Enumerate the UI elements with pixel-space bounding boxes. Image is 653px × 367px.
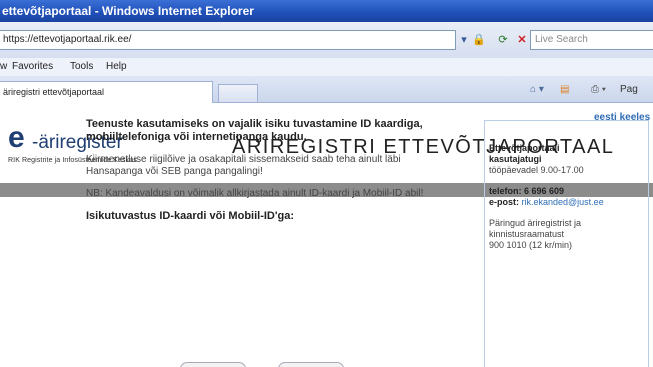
refresh-icon[interactable]: ⟳ [495, 32, 511, 48]
support-title-2: kasutajatugi [489, 154, 542, 164]
menu-item-tools[interactable]: Tools [70, 58, 93, 76]
tab-ariregister[interactable]: äriregistri ettevõtjaportaal [0, 81, 213, 103]
id-card-login-button[interactable] [180, 362, 246, 367]
address-bar: https://ettevotjaportaal.rik.ee/ ▾ 🔒 ⟳ ✕… [0, 22, 653, 58]
notice-signature: NB: Kandeavaldusi on võimalik allkirjast… [86, 188, 424, 199]
info-line-1: Päringud äriregistrist ja [489, 218, 582, 228]
tab-bar: äriregistri ettevõtjaportaal ⌂ ▾ ▤ ⎙ ▾ P… [0, 76, 653, 103]
mobile-id-login-button[interactable] [278, 362, 344, 367]
menu-item-favorites[interactable]: Favorites [12, 58, 53, 76]
support-title: Ettevõtjaportaali [489, 143, 560, 153]
url-input[interactable]: https://ettevotjaportaal.rik.ee/ [0, 30, 456, 50]
main-content: Teenuste kasutamiseks on vajalik isiku t… [86, 118, 456, 222]
support-sidebar: Ettevõtjaportaali kasutajatugi tööpäevad… [484, 120, 649, 367]
info-line-2: kinnistusraamatust [489, 229, 565, 239]
window-title: ettevõtjaportaal - Windows Internet Expl… [0, 0, 653, 22]
support-phone: telefon: 6 696 609 [489, 186, 565, 196]
notice-bank-payment: Kiirmenetluse riigilõive ja osakapitali … [86, 154, 401, 177]
email-label: e-post: [489, 197, 519, 207]
new-tab-button[interactable] [218, 84, 258, 102]
home-icon[interactable]: ⌂ ▾ [530, 82, 544, 98]
id-auth-heading: Isikutuvastus ID-kaardi või Mobiil-ID'ga… [86, 210, 294, 222]
search-input[interactable]: Live Search [530, 30, 653, 50]
lock-icon[interactable]: 🔒 [471, 32, 487, 48]
info-line-3: 900 1010 (12 kr/min) [489, 240, 573, 250]
feeds-icon[interactable]: ▤ [560, 82, 569, 98]
print-icon[interactable]: ⎙ ▾ [591, 82, 606, 98]
menu-item-view-partial[interactable]: w [0, 58, 7, 76]
address-dropdown-icon[interactable]: ▾ [456, 32, 472, 48]
support-email-link[interactable]: rik.ekanded@just.ee [522, 197, 604, 207]
logo-letter: e [8, 121, 25, 154]
stop-icon[interactable]: ✕ [514, 32, 530, 48]
menu-item-help[interactable]: Help [106, 58, 127, 76]
menu-bar: w Favorites Tools Help [0, 58, 653, 76]
support-hours: tööpäevadel 9.00-17.00 [489, 165, 584, 175]
page-menu-button[interactable]: Pag [620, 82, 638, 98]
intro-heading: Teenuste kasutamiseks on vajalik isiku t… [86, 118, 423, 143]
